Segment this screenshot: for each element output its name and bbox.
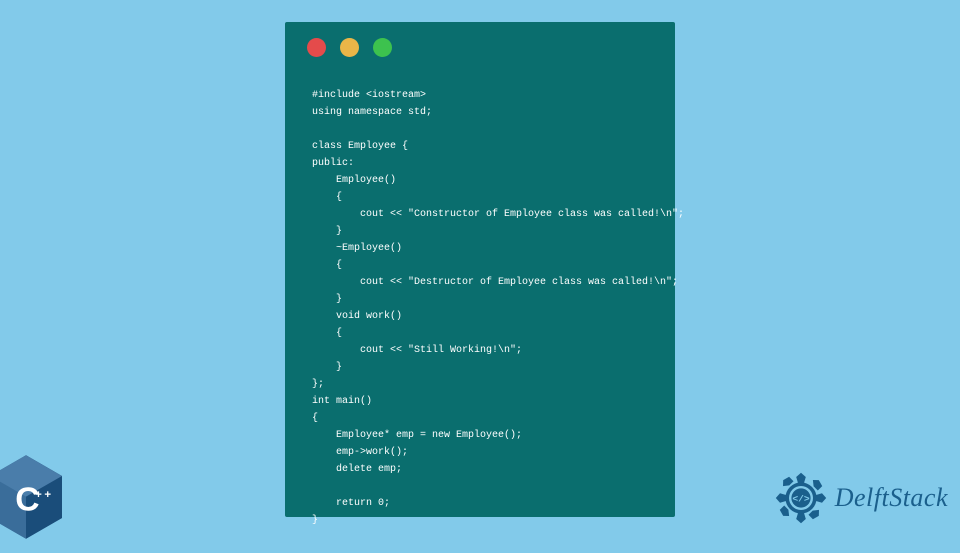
delftstack-logo: </> DelftStack (771, 468, 948, 528)
code-content: #include <iostream> using namespace std;… (285, 57, 675, 529)
cpp-logo: C + + (0, 453, 77, 553)
minimize-icon (340, 38, 359, 57)
close-icon (307, 38, 326, 57)
maximize-icon (373, 38, 392, 57)
delftstack-gear-icon: </> (771, 468, 831, 528)
delftstack-brand-text: DelftStack (835, 483, 948, 513)
cpp-hexagon-icon: C + + (0, 453, 65, 541)
cpp-plus-top2: + (44, 489, 51, 501)
svg-text:</>: </> (792, 494, 810, 505)
cpp-plus-top: + (35, 489, 42, 501)
traffic-lights (285, 22, 675, 57)
code-window: #include <iostream> using namespace std;… (285, 22, 675, 517)
